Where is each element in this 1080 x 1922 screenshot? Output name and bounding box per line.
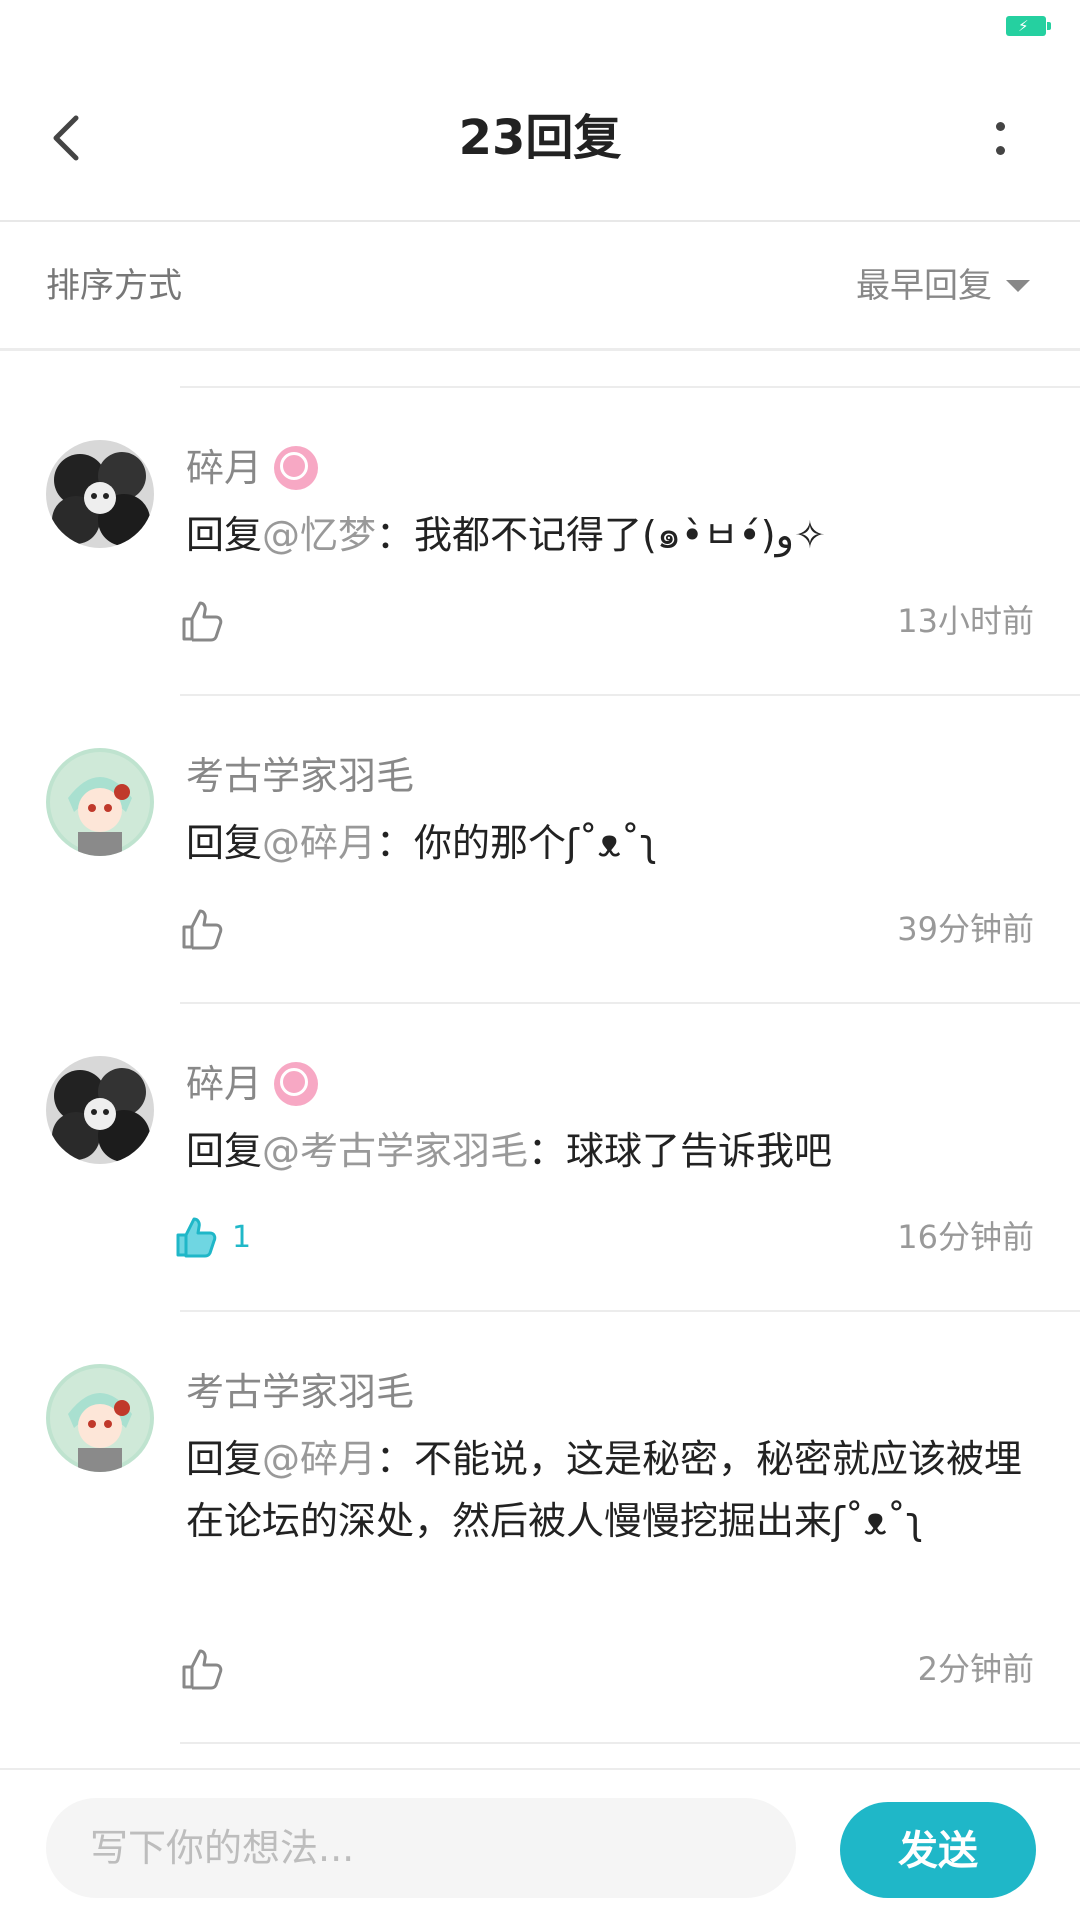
timestamp: 16分钟前: [897, 1218, 1034, 1256]
username[interactable]: 考古学家羽毛: [186, 1364, 414, 1420]
mention-link[interactable]: @碎月: [262, 1437, 376, 1481]
reply-item: 碎月 回复@考古学家羽毛：球球了告诉我吧 1 16分钟前: [0, 1056, 1080, 1306]
username[interactable]: 考古学家羽毛: [186, 748, 414, 804]
thumbs-up-icon: [182, 1649, 223, 1690]
reply-item: 碎月 回复@忆梦：我都不记得了(๑•̀ㅂ•́)و✧ 13小时前: [0, 440, 1080, 690]
comment-composer: 发送: [0, 1768, 1080, 1922]
sort-label: 排序方式: [46, 266, 182, 306]
like-button[interactable]: [180, 904, 224, 954]
page-title: 23回复: [458, 110, 622, 166]
title-bar: 23回复: [0, 60, 1080, 222]
status-bar: ⚡: [0, 0, 1080, 60]
reply-list[interactable]: 碎月 回复@忆梦：我都不记得了(๑•̀ㅂ•́)و✧ 13小时前 考古学家羽毛 回…: [0, 350, 1080, 1770]
reply-item: 考古学家羽毛 回复@碎月：不能说，这是秘密，秘密就应该被埋在论坛的深处，然后被人…: [0, 1364, 1080, 1744]
avatar[interactable]: [46, 1364, 154, 1472]
reply-text: 回复@碎月：不能说，这是秘密，秘密就应该被埋在论坛的深处，然后被人慢慢挖掘出来ʃ…: [186, 1437, 1023, 1543]
mention-link[interactable]: @碎月: [262, 821, 376, 865]
divider: [180, 694, 1080, 696]
thumbs-up-filled-icon: [176, 1217, 217, 1258]
caret-down-icon: [1006, 280, 1030, 292]
reply-text: 回复@碎月：你的那个ʃ˚ᴥ˚ʅ: [186, 821, 658, 865]
divider: [180, 1742, 1080, 1744]
send-button[interactable]: 发送: [840, 1802, 1036, 1898]
more-options-button[interactable]: [976, 108, 1024, 168]
reply-text: 回复@忆梦：我都不记得了(๑•̀ㅂ•́)و✧: [186, 513, 826, 557]
like-count: 1: [232, 1219, 252, 1255]
reply-item: 考古学家羽毛 回复@碎月：你的那个ʃ˚ᴥ˚ʅ 39分钟前: [0, 748, 1080, 998]
vertical-dots-icon: [996, 122, 1005, 131]
sort-selected-value: 最早回复: [856, 266, 992, 306]
username[interactable]: 碎月: [186, 440, 262, 496]
like-button[interactable]: [180, 1644, 224, 1694]
avatar[interactable]: [46, 440, 154, 548]
sort-bar: 排序方式 最早回复: [0, 222, 1080, 351]
username[interactable]: 碎月: [186, 1056, 262, 1112]
battery-icon: ⚡: [1006, 16, 1051, 36]
timestamp: 13小时前: [897, 602, 1034, 640]
sort-dropdown[interactable]: 最早回复: [856, 264, 1030, 308]
divider: [180, 386, 1080, 388]
reply-text: 回复@考古学家羽毛：球球了告诉我吧: [186, 1129, 833, 1173]
thumbs-up-icon: [182, 601, 223, 642]
mention-link[interactable]: @忆梦: [262, 513, 376, 557]
avatar[interactable]: [46, 748, 154, 856]
avatar[interactable]: [46, 1056, 154, 1164]
comment-input[interactable]: [46, 1798, 796, 1898]
divider: [180, 1002, 1080, 1004]
mention-link[interactable]: @考古学家羽毛: [262, 1129, 528, 1173]
level-badge-icon: [274, 1062, 319, 1106]
timestamp: 39分钟前: [897, 910, 1034, 948]
divider: [180, 1310, 1080, 1312]
like-button[interactable]: 1: [174, 1212, 251, 1262]
like-button[interactable]: [180, 596, 224, 646]
level-badge-icon: [274, 446, 319, 490]
timestamp: 2分钟前: [917, 1650, 1034, 1688]
thumbs-up-icon: [182, 909, 223, 950]
